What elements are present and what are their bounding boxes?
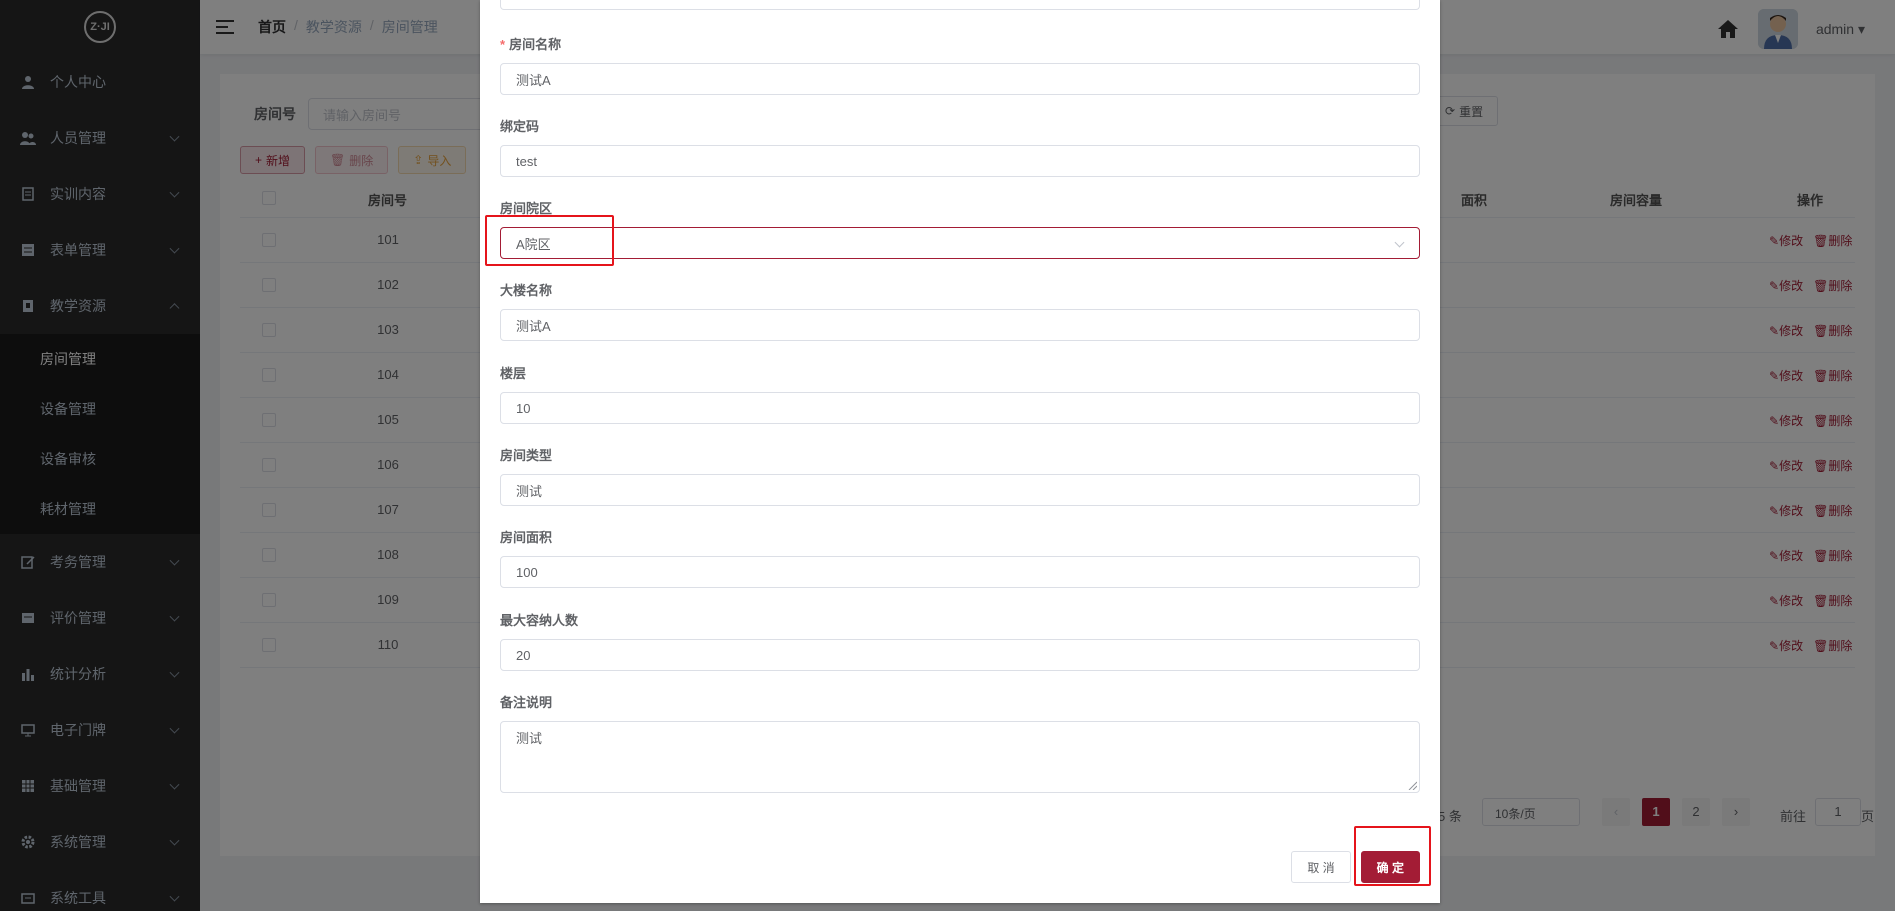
room-name-field[interactable]: 测试A: [500, 63, 1420, 95]
form-item-max-capacity: 最大容纳人数 20: [500, 611, 1420, 671]
room-name-label: * 房间名称: [500, 35, 1420, 55]
cancel-button[interactable]: 取 消: [1291, 851, 1351, 883]
required-mark: *: [500, 37, 506, 52]
form-item-campus: 房间院区 A院区: [500, 199, 1420, 259]
resize-handle-icon[interactable]: [1407, 780, 1417, 790]
bind-code-field[interactable]: test: [500, 145, 1420, 177]
max-capacity-field[interactable]: 20: [500, 639, 1420, 671]
form-item-floor: 楼层 10: [500, 364, 1420, 424]
campus-label: 房间院区: [500, 201, 553, 216]
form-item-room-area: 房间面积 100: [500, 528, 1420, 588]
room-type-field[interactable]: 测试: [500, 474, 1420, 506]
building-field[interactable]: 测试A: [500, 309, 1420, 341]
form-item-remark: 备注说明 测试: [500, 693, 1420, 793]
building-label: 大楼名称: [500, 283, 553, 298]
remark-label: 备注说明: [500, 695, 553, 710]
max-capacity-label: 最大容纳人数: [500, 613, 579, 628]
campus-select[interactable]: A院区: [500, 227, 1420, 259]
previous-field-edge: [500, 0, 1420, 10]
edit-room-dialog: * 房间名称 测试A 绑定码 test 房间院区 A院区 大楼名称 测试A 楼层 …: [480, 0, 1440, 903]
room-type-label: 房间类型: [500, 448, 553, 463]
form-item-room-name: * 房间名称 测试A: [500, 35, 1420, 95]
chevron-down-icon: [1394, 237, 1405, 248]
room-area-field[interactable]: 100: [500, 556, 1420, 588]
form-item-room-type: 房间类型 测试: [500, 446, 1420, 506]
room-area-label: 房间面积: [500, 530, 553, 545]
highlight-box-confirm: [1354, 826, 1431, 886]
bind-code-label: 绑定码: [500, 119, 540, 134]
highlight-box-campus: [485, 215, 614, 266]
room-name-label-text: 房间名称: [509, 37, 562, 52]
floor-field[interactable]: 10: [500, 392, 1420, 424]
form-item-building: 大楼名称 测试A: [500, 281, 1420, 341]
floor-label: 楼层: [500, 366, 527, 381]
form-item-bind-code: 绑定码 test: [500, 117, 1420, 177]
remark-textarea[interactable]: 测试: [500, 721, 1420, 793]
remark-text: 测试: [516, 731, 543, 746]
